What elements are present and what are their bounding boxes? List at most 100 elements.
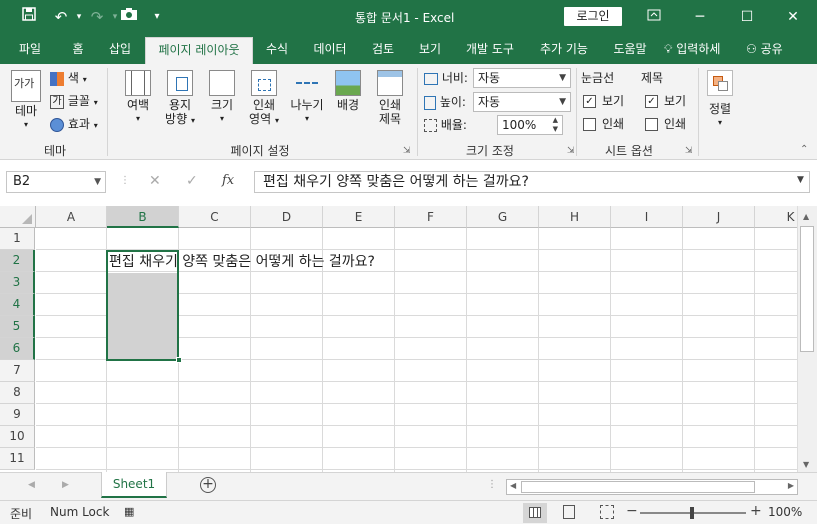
- prev-sheet-icon[interactable]: ◀: [28, 480, 35, 490]
- page-break-view-icon[interactable]: [600, 505, 614, 519]
- row-header-4[interactable]: 4: [0, 294, 35, 316]
- page-layout-view-icon[interactable]: [563, 505, 575, 519]
- scroll-down-icon[interactable]: ▼: [803, 460, 809, 469]
- fill-handle[interactable]: [176, 357, 182, 363]
- tab-insert[interactable]: 삽입: [100, 34, 140, 64]
- column-header-a[interactable]: A: [36, 206, 107, 228]
- select-all-corner[interactable]: [0, 206, 36, 228]
- column-header-b[interactable]: B: [107, 206, 179, 228]
- tell-me-box[interactable]: 💡︎ 입력하세: [664, 34, 742, 64]
- breaks-button[interactable]: 나누기 ▾: [286, 70, 328, 126]
- row-header-10[interactable]: 10: [0, 426, 35, 448]
- scroll-thumb[interactable]: [800, 226, 814, 352]
- tab-help[interactable]: 도움말: [604, 34, 656, 64]
- minimize-button[interactable]: ─: [686, 6, 714, 28]
- cancel-icon[interactable]: ✕: [149, 173, 161, 189]
- maximize-button[interactable]: ☐: [733, 6, 761, 28]
- close-button[interactable]: ✕: [779, 6, 807, 28]
- h-scroll-thumb[interactable]: [521, 481, 755, 493]
- expand-formula-icon[interactable]: ▼: [797, 175, 804, 185]
- normal-view-icon[interactable]: [523, 503, 547, 523]
- scale-launcher-icon[interactable]: ⇲: [567, 146, 575, 156]
- tab-addins[interactable]: 추가 기능: [530, 34, 598, 64]
- row-header-3[interactable]: 3: [0, 272, 35, 294]
- background-button[interactable]: 배경: [330, 70, 366, 112]
- spinner-icon[interactable]: ▲ ▼: [553, 116, 558, 134]
- size-button[interactable]: 크기 ▾: [204, 70, 240, 126]
- row-header-1[interactable]: 1: [0, 228, 35, 250]
- print-area-button[interactable]: 인쇄 영역 ▾: [244, 70, 284, 128]
- zoom-level[interactable]: 100%: [768, 505, 802, 519]
- collapse-ribbon-icon[interactable]: ⌃: [800, 144, 808, 155]
- headings-print-checkbox[interactable]: 인쇄: [645, 114, 686, 134]
- tab-page-layout[interactable]: 페이지 레이아웃: [145, 37, 253, 64]
- share-button[interactable]: ⚇ 공유: [746, 34, 796, 64]
- row-header-6[interactable]: 6: [0, 338, 35, 360]
- page-setup-launcher-icon[interactable]: ⇲: [403, 146, 411, 156]
- row-header-8[interactable]: 8: [0, 382, 35, 404]
- column-header-f[interactable]: F: [395, 206, 467, 228]
- row-header-7[interactable]: 7: [0, 360, 35, 382]
- width-combo[interactable]: 자동 ▼: [473, 68, 571, 88]
- theme-colors-button[interactable]: 색 ▾: [50, 68, 87, 88]
- cell-b2[interactable]: 편집 채우기 양쪽 맞춤은 어떻게 하는 걸까요?: [109, 252, 375, 272]
- column-header-e[interactable]: E: [323, 206, 395, 228]
- scroll-left-icon[interactable]: ◀: [510, 481, 516, 490]
- column-header-j[interactable]: J: [683, 206, 755, 228]
- tab-home[interactable]: 홈: [62, 34, 94, 64]
- sheet-tab-sheet1[interactable]: Sheet1: [101, 472, 167, 498]
- scroll-up-icon[interactable]: ▲: [803, 212, 809, 221]
- print-titles-button[interactable]: 인쇄 제목: [370, 70, 410, 126]
- gridlines-print-checkbox[interactable]: 인쇄: [583, 114, 624, 134]
- theme-fonts-button[interactable]: 가 글꼴 ▾: [50, 91, 98, 111]
- chevron-down-icon[interactable]: ▼: [94, 172, 101, 192]
- tab-developer[interactable]: 개발 도구: [456, 34, 524, 64]
- zoom-thumb[interactable]: [690, 507, 694, 519]
- horizontal-scrollbar[interactable]: ◀ ▶: [506, 479, 798, 495]
- margins-button[interactable]: 여백 ▾: [118, 70, 158, 126]
- vertical-scrollbar[interactable]: ▲ ▼: [797, 206, 817, 472]
- column-header-g[interactable]: G: [467, 206, 539, 228]
- column-header-c[interactable]: C: [179, 206, 251, 228]
- tab-view[interactable]: 보기: [410, 34, 450, 64]
- scale-spinner[interactable]: 100% ▲ ▼: [497, 115, 563, 135]
- column-header-k[interactable]: K: [755, 206, 797, 228]
- tab-file[interactable]: 파일: [8, 34, 52, 64]
- row-header-11[interactable]: 11: [0, 448, 35, 470]
- themes-button[interactable]: 가가 테마 ▾: [8, 70, 44, 132]
- orientation-button[interactable]: 용지 방향 ▾: [160, 70, 200, 128]
- zoom-in-icon[interactable]: +: [750, 503, 762, 519]
- row-header-9[interactable]: 9: [0, 404, 35, 426]
- save-icon[interactable]: [18, 6, 40, 28]
- height-combo[interactable]: 자동 ▼: [473, 92, 571, 112]
- camera-icon[interactable]: [118, 6, 140, 28]
- row-header-2[interactable]: 2: [0, 250, 35, 272]
- row-header-5[interactable]: 5: [0, 316, 35, 338]
- enter-icon[interactable]: ✓: [186, 173, 198, 189]
- zoom-out-icon[interactable]: −: [626, 503, 638, 519]
- login-button[interactable]: 로그인: [564, 7, 622, 26]
- column-header-i[interactable]: I: [611, 206, 683, 228]
- column-header-d[interactable]: D: [251, 206, 323, 228]
- headings-view-checkbox[interactable]: ✓ 보기: [645, 91, 686, 111]
- worksheet-grid[interactable]: ABCDEFGHIJK 1 2 3 4 5 6 7 8 9 10 11 편집 채우기 양쪽 맞춤은 …: [0, 206, 797, 472]
- zoom-slider[interactable]: [640, 507, 746, 519]
- customize-qat-icon[interactable]: ▾: [146, 6, 168, 28]
- tab-data[interactable]: 데이터: [306, 34, 354, 64]
- ribbon-display-icon[interactable]: [640, 6, 668, 28]
- insert-function-icon[interactable]: fx: [222, 173, 234, 188]
- theme-effects-button[interactable]: 효과 ▾: [50, 114, 98, 134]
- next-sheet-icon[interactable]: ▶: [62, 480, 69, 490]
- tab-split-icon[interactable]: ⋮: [487, 479, 497, 490]
- sheet-options-launcher-icon[interactable]: ⇲: [685, 146, 693, 156]
- tab-formulas[interactable]: 수식: [257, 34, 297, 64]
- name-box[interactable]: B2 ▼: [6, 171, 106, 193]
- arrange-button[interactable]: 정렬 ▾: [702, 70, 738, 130]
- formula-input[interactable]: 편집 채우기 양쪽 맞춤은 어떻게 하는 걸까요?: [254, 171, 810, 193]
- macro-record-icon[interactable]: ▦: [124, 505, 134, 518]
- scroll-right-icon[interactable]: ▶: [788, 481, 794, 490]
- gridlines-view-checkbox[interactable]: ✓ 보기: [583, 91, 624, 111]
- tab-review[interactable]: 검토: [363, 34, 403, 64]
- column-header-h[interactable]: H: [539, 206, 611, 228]
- add-sheet-icon[interactable]: +: [200, 477, 216, 493]
